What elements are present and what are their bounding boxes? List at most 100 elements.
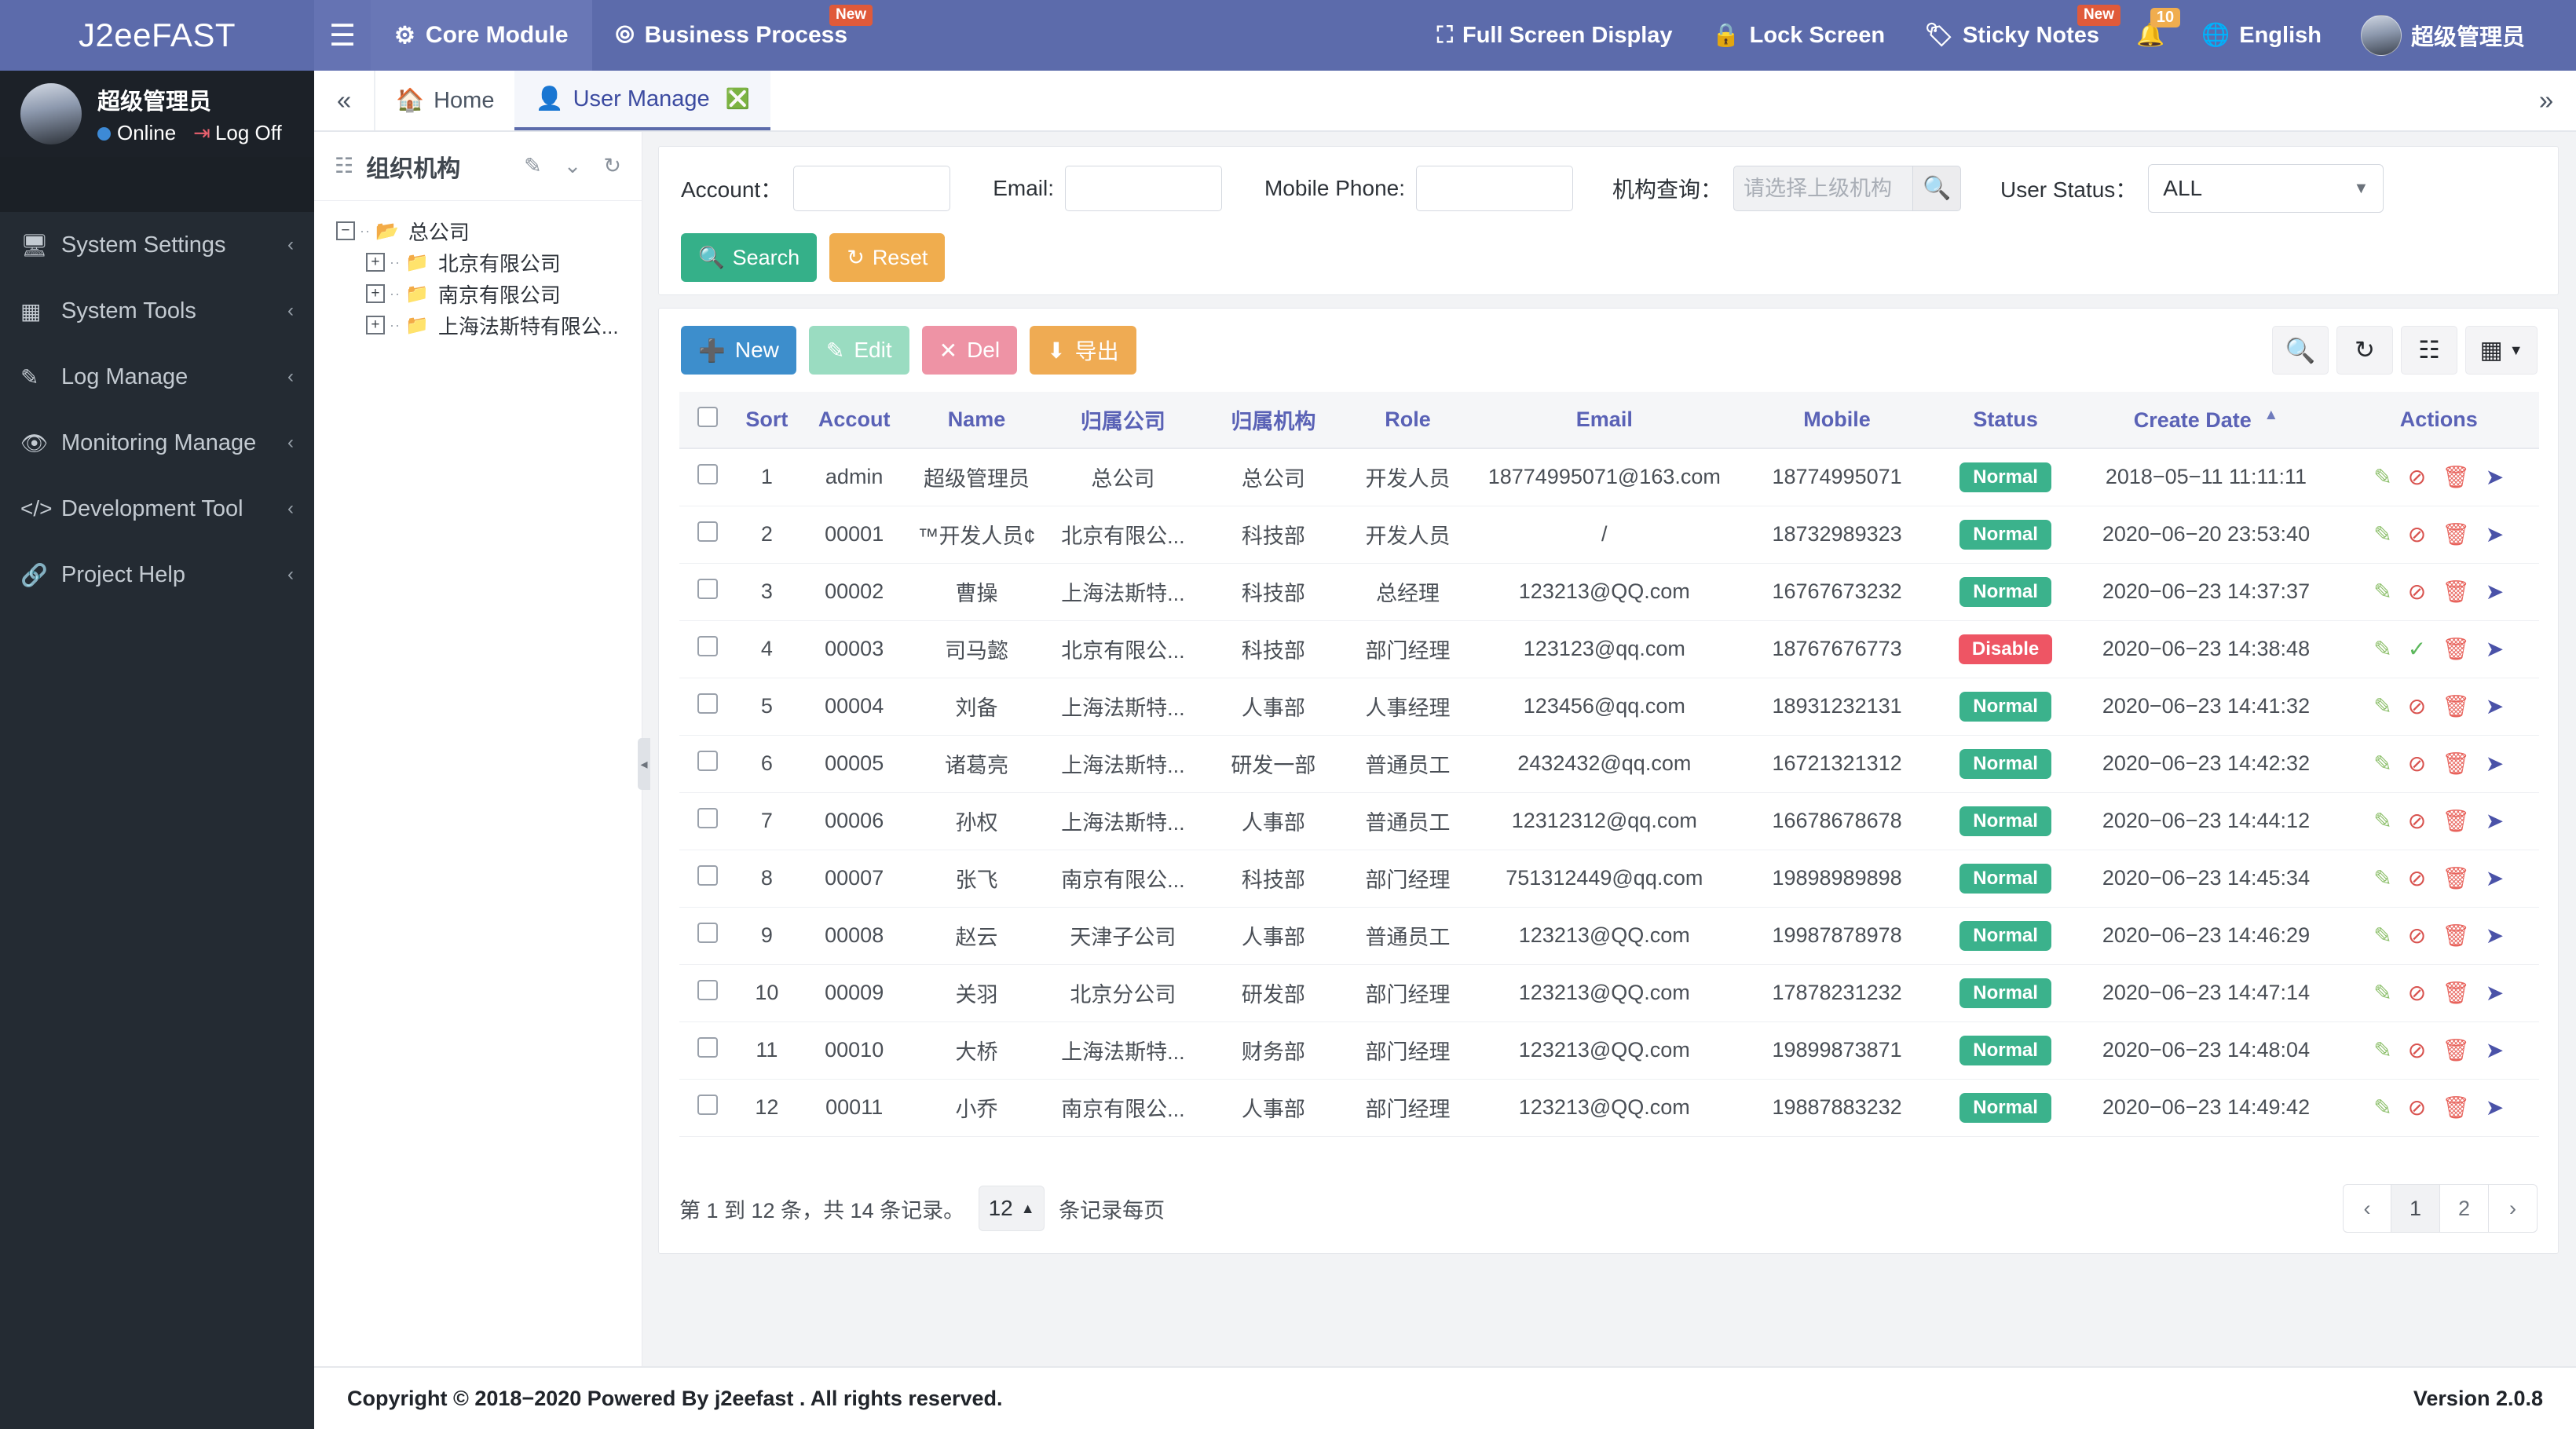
pagination-next[interactable]: ›: [2489, 1184, 2538, 1233]
row-select-cell[interactable]: [679, 1079, 736, 1136]
column-mobile[interactable]: Mobile: [1736, 392, 1937, 448]
row-edit-icon[interactable]: ✎: [2373, 751, 2391, 777]
table-row[interactable]: 700006孙权上海法斯特...人事部普通员工12312312@qq.com16…: [679, 792, 2539, 850]
tree-node[interactable]: + ·· 📁 上海法斯特有限公...: [336, 309, 642, 341]
mobile-phone-input[interactable]: [1416, 166, 1573, 211]
row-checkbox[interactable]: [697, 1095, 718, 1115]
row-disable-icon[interactable]: ⊘: [2408, 923, 2426, 948]
table-row[interactable]: 200001™开发人员¢北京有限公...科技部开发人员/18732989323N…: [679, 506, 2539, 563]
chevrons-left-icon[interactable]: «: [314, 71, 375, 130]
row-edit-icon[interactable]: ✎: [2373, 865, 2391, 891]
row-checkbox[interactable]: [697, 579, 718, 599]
user-status-select[interactable]: ALL ▼: [2148, 164, 2384, 213]
hamburger-icon[interactable]: ☰: [314, 0, 371, 71]
row-more-icon[interactable]: ➤: [2486, 693, 2504, 719]
row-delete-icon[interactable]: 🗑: [2442, 579, 2470, 605]
user-menu[interactable]: 超级管理员: [2341, 0, 2545, 71]
notifications-button[interactable]: 🔔 10: [2119, 0, 2182, 71]
tab-user-manage[interactable]: 👤 User Manage ❎: [514, 71, 770, 130]
table-row[interactable]: 600005诸葛亮上海法斯特...研发一部普通员工2432432@qq.com1…: [679, 735, 2539, 792]
refresh-icon[interactable]: ↻: [603, 154, 621, 178]
row-disable-icon[interactable]: ⊘: [2408, 865, 2426, 891]
row-delete-icon[interactable]: 🗑: [2442, 865, 2470, 891]
page-size-select[interactable]: 12 ▲: [979, 1186, 1045, 1231]
full-screen-display-button[interactable]: ⛶ Full Screen Display: [1418, 0, 1692, 71]
column-name[interactable]: Name: [910, 392, 1043, 448]
row-edit-icon[interactable]: ✎: [2373, 464, 2391, 490]
table-row[interactable]: 900008赵云天津子公司人事部普通员工123213@QQ.com1998787…: [679, 907, 2539, 964]
tree-node[interactable]: − ·· 📂 总公司: [336, 215, 642, 247]
chevrons-right-icon[interactable]: »: [2516, 71, 2576, 130]
row-checkbox[interactable]: [697, 636, 718, 656]
language-selector[interactable]: 🌐 English: [2182, 0, 2341, 71]
row-edit-icon[interactable]: ✎: [2373, 923, 2391, 948]
search-button[interactable]: 🔍 Search: [681, 233, 817, 282]
row-edit-icon[interactable]: ✎: [2373, 980, 2391, 1006]
row-disable-icon[interactable]: ⊘: [2408, 751, 2426, 777]
row-delete-icon[interactable]: 🗑: [2442, 1095, 2470, 1120]
table-row[interactable]: 1000009关羽北京分公司研发部部门经理123213@QQ.com178782…: [679, 964, 2539, 1021]
row-more-icon[interactable]: ➤: [2486, 1095, 2504, 1120]
table-row[interactable]: 800007张飞南京有限公...科技部部门经理751312449@qq.com1…: [679, 850, 2539, 907]
tree-toggle-icon[interactable]: +: [366, 316, 385, 334]
row-edit-icon[interactable]: ✎: [2373, 1095, 2391, 1120]
row-edit-icon[interactable]: ✎: [2373, 521, 2391, 547]
row-enable-icon[interactable]: ✓: [2408, 636, 2426, 662]
select-all-checkbox[interactable]: [697, 407, 718, 427]
log-off-button[interactable]: ⇥Log Off: [193, 121, 282, 145]
export-button[interactable]: ⬇ 导出: [1030, 326, 1136, 375]
sidebar-item-monitoring-manage[interactable]: 👁 Monitoring Manage ‹: [0, 410, 314, 476]
row-select-cell[interactable]: [679, 792, 736, 850]
row-checkbox[interactable]: [697, 808, 718, 828]
row-select-cell[interactable]: [679, 678, 736, 735]
panel-collapse-handle[interactable]: ◂: [638, 738, 650, 790]
row-more-icon[interactable]: ➤: [2486, 923, 2504, 948]
row-more-icon[interactable]: ➤: [2486, 636, 2504, 662]
refresh-icon[interactable]: ↻: [2336, 326, 2393, 375]
row-delete-icon[interactable]: 🗑: [2442, 521, 2470, 547]
tree-node[interactable]: + ·· 📁 北京有限公司: [336, 247, 642, 278]
row-select-cell[interactable]: [679, 850, 736, 907]
row-select-cell[interactable]: [679, 1021, 736, 1079]
row-delete-icon[interactable]: 🗑: [2442, 464, 2470, 490]
column-create-date[interactable]: Create Date ▲: [2073, 392, 2338, 448]
row-select-cell[interactable]: [679, 506, 736, 563]
row-checkbox[interactable]: [697, 521, 718, 542]
row-select-cell[interactable]: [679, 448, 736, 506]
row-select-cell[interactable]: [679, 907, 736, 964]
row-edit-icon[interactable]: ✎: [2373, 1037, 2391, 1063]
row-more-icon[interactable]: ➤: [2486, 751, 2504, 777]
row-disable-icon[interactable]: ⊘: [2408, 464, 2426, 490]
delete-button[interactable]: ✕ Del: [922, 326, 1017, 375]
sidebar-item-system-settings[interactable]: 🖥 System Settings ‹: [0, 212, 314, 278]
row-more-icon[interactable]: ➤: [2486, 808, 2504, 834]
sidebar-item-system-tools[interactable]: ▦ System Tools ‹: [0, 278, 314, 344]
row-checkbox[interactable]: [697, 1037, 718, 1058]
sticky-notes-button[interactable]: 🏷 Sticky Notes New: [1905, 0, 2119, 71]
table-search-icon[interactable]: 🔍: [2272, 326, 2329, 375]
tab-home[interactable]: 🏠 Home: [375, 71, 514, 130]
table-row[interactable]: 500004刘备上海法斯特...人事部人事经理123456@qq.com1893…: [679, 678, 2539, 735]
row-delete-icon[interactable]: 🗑: [2442, 636, 2470, 662]
row-delete-icon[interactable]: 🗑: [2442, 693, 2470, 719]
row-disable-icon[interactable]: ⊘: [2408, 1095, 2426, 1120]
column-status[interactable]: Status: [1937, 392, 2074, 448]
row-disable-icon[interactable]: ⊘: [2408, 693, 2426, 719]
sidebar-item-project-help[interactable]: 🔗 Project Help ‹: [0, 542, 314, 608]
topnav-business-process[interactable]: ⦾ Business Process New: [592, 0, 871, 71]
column-org[interactable]: 归属机构: [1203, 392, 1344, 448]
row-edit-icon[interactable]: ✎: [2373, 636, 2391, 662]
edit-icon[interactable]: ✎: [524, 154, 542, 178]
row-checkbox[interactable]: [697, 751, 718, 771]
row-checkbox[interactable]: [697, 923, 718, 943]
pagination-page-2[interactable]: 2: [2440, 1184, 2489, 1233]
column-account[interactable]: Accout: [798, 392, 910, 448]
columns-icon[interactable]: ☷: [2401, 326, 2457, 375]
row-more-icon[interactable]: ➤: [2486, 865, 2504, 891]
table-row[interactable]: 400003司马懿北京有限公...科技部部门经理123123@qq.com187…: [679, 620, 2539, 678]
reset-button[interactable]: ↻ Reset: [829, 233, 945, 282]
pagination-prev[interactable]: ‹: [2343, 1184, 2391, 1233]
row-more-icon[interactable]: ➤: [2486, 1037, 2504, 1063]
chevron-down-icon[interactable]: ⌄: [564, 154, 582, 178]
table-row[interactable]: 1100010大桥上海法斯特...财务部部门经理123213@QQ.com198…: [679, 1021, 2539, 1079]
